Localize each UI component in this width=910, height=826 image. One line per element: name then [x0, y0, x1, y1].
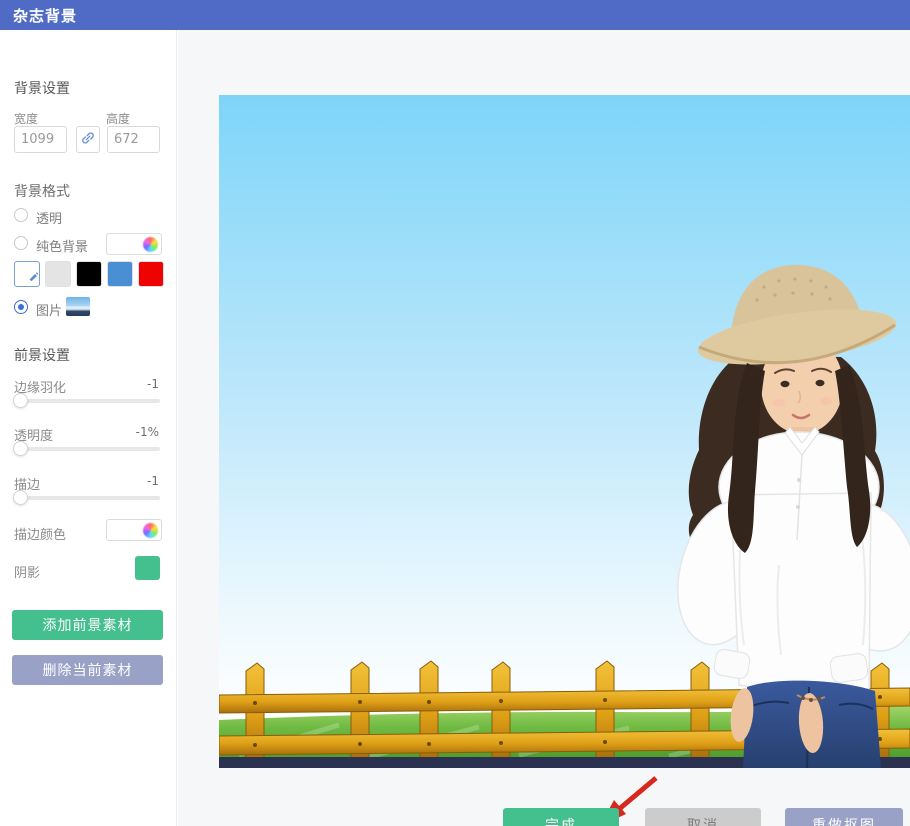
swatch-blue[interactable] [107, 261, 133, 287]
opacity-value: -1% [136, 425, 159, 439]
image-radio-label: 图片 [36, 300, 62, 319]
stroke-slider[interactable] [14, 496, 160, 500]
opacity-slider-thumb[interactable] [13, 441, 28, 456]
width-label: 宽度 [14, 110, 38, 127]
foreground-settings-title: 前景设置 [14, 345, 70, 365]
width-input[interactable] [14, 126, 67, 153]
stroke-color-picker[interactable] [106, 519, 162, 541]
shadow-color-swatch[interactable] [135, 556, 160, 580]
color-wheel-icon [143, 237, 158, 252]
stroke-slider-thumb[interactable] [13, 490, 28, 505]
solid-color-picker[interactable] [106, 233, 162, 255]
height-label: 高度 [106, 110, 130, 127]
swatch-custom[interactable] [14, 261, 40, 287]
color-wheel-icon [143, 523, 158, 538]
transparent-radio-label: 透明 [36, 208, 62, 227]
height-input[interactable] [107, 126, 160, 153]
transparent-radio[interactable] [14, 208, 28, 222]
preview-area: 完成 取消 重做抠图 [178, 30, 910, 826]
stroke-value: -1 [147, 474, 159, 488]
redo-cutout-button[interactable]: 重做抠图 [785, 808, 903, 826]
background-format-title: 背景格式 [14, 181, 70, 201]
pen-icon [28, 266, 38, 285]
opacity-slider[interactable] [14, 447, 160, 451]
image-radio[interactable] [14, 300, 28, 314]
delete-material-button[interactable]: 删除当前素材 [12, 655, 163, 685]
solid-color-radio[interactable] [14, 236, 28, 250]
add-foreground-button[interactable]: 添加前景素材 [12, 610, 163, 640]
background-settings-title: 背景设置 [14, 78, 70, 98]
stroke-color-label: 描边颜色 [14, 524, 66, 543]
preview-image [219, 95, 910, 768]
color-swatch-row [14, 261, 164, 287]
composition-canvas [219, 95, 910, 768]
swatch-gray[interactable] [45, 261, 71, 287]
solid-color-radio-label: 纯色背景 [36, 236, 88, 255]
link-dimensions-button[interactable] [76, 126, 100, 153]
feather-slider-thumb[interactable] [13, 393, 28, 408]
feather-value: -1 [147, 377, 159, 391]
swatch-black[interactable] [76, 261, 102, 287]
swatch-red[interactable] [138, 261, 164, 287]
app-header: 杂志背景 [0, 0, 910, 30]
feather-slider[interactable] [14, 399, 160, 403]
background-image-thumbnail[interactable] [66, 297, 90, 316]
shadow-label: 阴影 [14, 562, 40, 581]
chain-link-icon [80, 130, 96, 150]
done-button[interactable]: 完成 [503, 808, 619, 826]
page-title: 杂志背景 [13, 5, 77, 26]
settings-sidebar: 背景设置 宽度 高度 背景格式 透明 纯色背景 图片 前景设置 边缘羽化 -1 … [0, 30, 177, 826]
cancel-button[interactable]: 取消 [645, 808, 761, 826]
